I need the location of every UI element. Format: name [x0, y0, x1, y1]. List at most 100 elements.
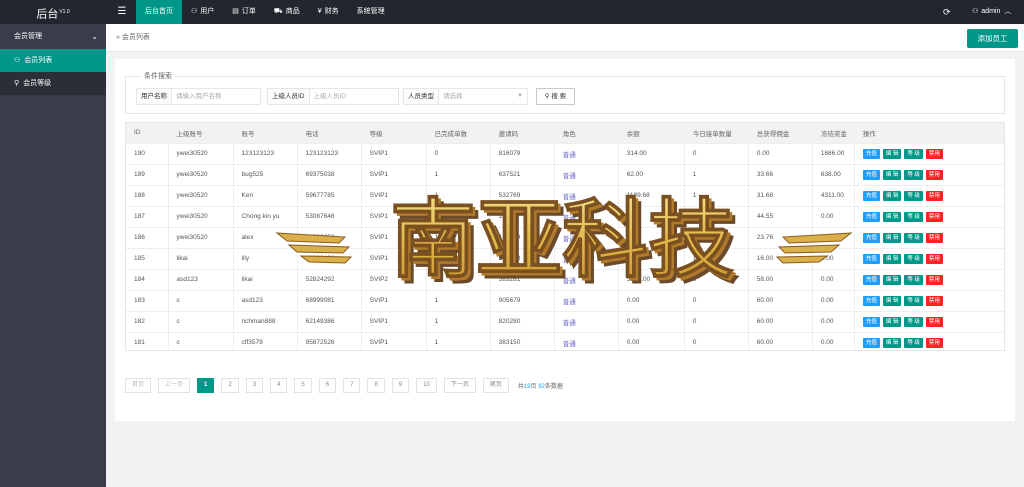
parent-id-field-group: 上级人员ID: [267, 88, 399, 105]
level-button[interactable]: 等 级: [904, 169, 923, 180]
disable-button[interactable]: 禁用: [925, 232, 943, 243]
disable-button[interactable]: 禁用: [925, 190, 943, 201]
column-header[interactable]: 电话: [297, 123, 362, 144]
page-button[interactable]: 6: [318, 377, 337, 393]
level-button[interactable]: 等 级: [904, 337, 923, 348]
column-header[interactable]: 上级账号: [168, 123, 234, 144]
level-button[interactable]: 等 级: [904, 232, 923, 243]
edit-button[interactable]: 编 辑: [882, 316, 902, 327]
level-button[interactable]: 等 级: [904, 274, 923, 285]
disable-button[interactable]: 禁用: [925, 274, 943, 285]
column-header[interactable]: ID: [126, 123, 169, 144]
member-type-select[interactable]: 请选择 ▼: [438, 88, 528, 105]
sidebar-item-label: 会员等级: [23, 80, 52, 87]
page-button[interactable]: 1: [197, 377, 215, 393]
search-button[interactable]: ⚲ 搜 索: [536, 88, 575, 105]
user-menu[interactable]: ⚇ admin ︿: [972, 0, 1011, 24]
sidebar-item-label: 会员列表: [24, 57, 53, 64]
table-cell: 16.00: [748, 248, 813, 270]
disable-button[interactable]: 禁用: [925, 169, 943, 180]
disable-button[interactable]: 禁用: [925, 211, 943, 222]
edit-button[interactable]: 编 辑: [882, 169, 902, 180]
table-cell: 23.76: [748, 227, 813, 249]
table-cell: 3: [684, 269, 749, 291]
sidebar-item-member-level[interactable]: ⚲ 会员等级: [0, 72, 106, 95]
recharge-button[interactable]: 充值: [862, 295, 880, 306]
table-cell: 0: [684, 311, 749, 333]
column-header[interactable]: 冻结资金: [812, 123, 855, 144]
last-page-button[interactable]: 尾页: [482, 377, 509, 393]
menu-icon[interactable]: ☰: [114, 0, 130, 24]
nav-item-4[interactable]: ¥ 财务: [309, 0, 348, 24]
recharge-button[interactable]: 充值: [862, 337, 880, 348]
page-button[interactable]: 7: [343, 377, 361, 393]
recharge-button[interactable]: 充值: [862, 190, 880, 201]
page-button[interactable]: 4: [270, 377, 288, 393]
column-header[interactable]: 操作: [854, 123, 1004, 144]
edit-button[interactable]: 编 辑: [882, 274, 902, 285]
recharge-button[interactable]: 充值: [862, 169, 880, 180]
row-actions: 充值编 辑等 级禁用: [854, 227, 1004, 249]
table-cell: 0.00: [812, 332, 855, 350]
recharge-button[interactable]: 充值: [862, 232, 880, 243]
edit-button[interactable]: 编 辑: [882, 295, 902, 306]
nav-item-1[interactable]: ⚇ 用户: [182, 0, 223, 24]
column-header[interactable]: 总获得佣金: [748, 123, 813, 144]
edit-button[interactable]: 编 辑: [882, 232, 902, 243]
level-button[interactable]: 等 级: [904, 211, 923, 222]
first-page-button[interactable]: 首页: [125, 377, 152, 393]
edit-button[interactable]: 编 辑: [882, 211, 902, 222]
page-button[interactable]: 2: [221, 377, 239, 393]
parent-id-label: 上级人员ID: [267, 88, 309, 105]
page-button[interactable]: 5: [294, 377, 312, 393]
column-header[interactable]: 余额: [618, 123, 685, 144]
column-header[interactable]: 角色: [554, 123, 619, 144]
recharge-button[interactable]: 充值: [862, 274, 880, 285]
recharge-button[interactable]: 充值: [862, 316, 880, 327]
level-button[interactable]: 等 级: [904, 148, 923, 159]
recharge-button[interactable]: 充值: [862, 211, 880, 222]
disable-button[interactable]: 禁用: [925, 148, 943, 159]
refresh-icon[interactable]: ⟳: [943, 0, 951, 24]
column-header[interactable]: 已完成单数: [426, 123, 491, 144]
table-cell: 0.00: [812, 227, 855, 249]
add-staff-button[interactable]: 添加员工: [967, 29, 1018, 48]
column-header[interactable]: 邀请码: [490, 123, 555, 144]
table-cell: 62149386: [297, 311, 362, 333]
nav-item-3[interactable]: ⛟ 商品: [265, 0, 309, 24]
column-header[interactable]: 账号: [233, 123, 298, 144]
prev-page-button[interactable]: 上一页: [158, 377, 191, 393]
disable-button[interactable]: 禁用: [925, 253, 943, 264]
brand-logo[interactable]: 后台V1.0: [0, 0, 106, 24]
edit-button[interactable]: 编 辑: [882, 337, 902, 348]
edit-button[interactable]: 编 辑: [882, 253, 902, 264]
username-input[interactable]: [171, 88, 261, 105]
parent-id-input[interactable]: [308, 88, 399, 105]
sidebar-item-member-list[interactable]: ⚇ 会员列表: [0, 49, 106, 72]
page-button[interactable]: 9: [391, 377, 410, 393]
page-button[interactable]: 3: [245, 377, 264, 393]
disable-button[interactable]: 禁用: [925, 295, 943, 306]
page-button[interactable]: 10: [416, 377, 437, 393]
recharge-button[interactable]: 充值: [862, 253, 880, 264]
level-button[interactable]: 等 级: [904, 190, 923, 201]
recharge-button[interactable]: 充值: [862, 148, 880, 159]
table-cell: 0.00: [812, 311, 855, 333]
next-page-button[interactable]: 下一页: [443, 377, 476, 393]
nav-item-2[interactable]: ▤ 订单: [223, 0, 265, 24]
page-button[interactable]: 8: [367, 377, 385, 393]
disable-button[interactable]: 禁用: [925, 316, 943, 327]
level-button[interactable]: 等 级: [904, 295, 923, 306]
column-header[interactable]: 等级: [361, 123, 427, 144]
sidebar-group-member[interactable]: 会员管理 ⌄: [0, 24, 106, 49]
nav-item-5[interactable]: 系统管理: [348, 0, 394, 24]
level-button[interactable]: 等 级: [904, 253, 923, 264]
nav-item-0[interactable]: 后台首页: [136, 0, 182, 24]
edit-button[interactable]: 编 辑: [882, 148, 902, 159]
table-cell: 68999081: [297, 290, 362, 312]
disable-button[interactable]: 禁用: [925, 337, 943, 348]
level-button[interactable]: 等 级: [904, 316, 923, 327]
column-header[interactable]: 今日接单数量: [684, 123, 749, 144]
edit-button[interactable]: 编 辑: [882, 190, 902, 201]
breadcrumb-current[interactable]: 会员列表: [122, 34, 150, 41]
